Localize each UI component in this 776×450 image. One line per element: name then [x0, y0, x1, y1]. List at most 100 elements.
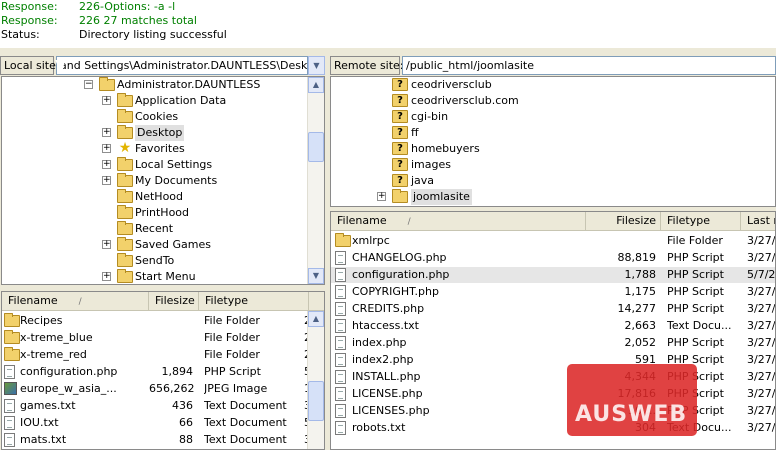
expand-icon[interactable]: +: [102, 144, 111, 153]
unknown-folder-icon: ?: [392, 94, 408, 107]
table-row[interactable]: mats.txt88Text Document3: [2, 432, 324, 448]
tree-node[interactable]: NetHood: [2, 189, 324, 205]
tree-node-label: Administrator.DAUNTLESS: [117, 78, 261, 91]
local-directory-tree: − Administrator.DAUNTLESS + Application Dat…: [1, 76, 325, 285]
document-icon: [335, 387, 346, 401]
tree-node-label: cgi-bin: [411, 110, 449, 123]
tree-node[interactable]: ? ceodriversclub.com: [331, 93, 775, 109]
folder-icon: [117, 93, 133, 107]
expand-icon[interactable]: +: [102, 160, 111, 169]
unknown-folder-icon: ?: [392, 110, 408, 123]
scroll-down-icon[interactable]: ▼: [308, 268, 324, 284]
table-row[interactable]: htaccess.txt 2,663 Text Docu... 3/27/2: [331, 318, 775, 334]
tree-node[interactable]: + Desktop: [2, 125, 324, 141]
file-name: robots.txt: [352, 421, 406, 434]
table-row[interactable]: europe_w_asia_...656,262JPEG Image1: [2, 381, 324, 397]
column-filetype[interactable]: Filetype: [661, 212, 741, 230]
local-path-dropdown-icon[interactable]: ▼: [308, 56, 325, 75]
table-row[interactable]: INSTALL.php4,344PHP Script3/27/2: [331, 369, 775, 385]
tree-node[interactable]: + joomlasite: [331, 189, 775, 205]
tree-node[interactable]: + Saved Games: [2, 237, 324, 253]
file-name: COPYRIGHT.php: [352, 285, 439, 298]
table-row[interactable]: index.php 2,052 PHP Script 3/27/2: [331, 335, 775, 351]
tree-node[interactable]: PrintHood: [2, 205, 324, 221]
tree-node[interactable]: ? java: [331, 173, 775, 189]
remote-path-input[interactable]: /public_html/joomlasite: [402, 56, 776, 75]
tree-node[interactable]: + Application Data: [2, 93, 324, 109]
table-row[interactable]: xmlrpc File Folder 3/27/2: [331, 233, 775, 249]
log-message: 226 27 matches total: [79, 14, 197, 27]
file-size: 656,262: [149, 382, 195, 395]
column-filetype[interactable]: Filetype: [199, 292, 309, 310]
folder-icon: [117, 237, 133, 251]
file-size: 436: [172, 399, 193, 412]
tree-node[interactable]: Recent: [2, 221, 324, 237]
log-label: Status:: [1, 28, 40, 41]
local-tree-scrollbar[interactable]: ▲ ▼: [307, 77, 324, 284]
tree-node[interactable]: ? homebuyers: [331, 141, 775, 157]
collapse-icon[interactable]: −: [84, 80, 93, 89]
tree-node[interactable]: + ★ Favorites: [2, 141, 324, 157]
table-row[interactable]: robots.txt304Text Docu...3/27/2: [331, 420, 775, 436]
table-row[interactable]: configuration.php1,894PHP Script5: [2, 364, 324, 380]
expand-icon[interactable]: +: [102, 272, 111, 281]
file-size: 1,175: [624, 285, 657, 298]
column-filesize[interactable]: Filesize: [149, 292, 199, 310]
tree-node[interactable]: + Start Menu: [2, 269, 324, 284]
tree-node[interactable]: + Local Settings: [2, 157, 324, 173]
document-icon: [335, 251, 346, 265]
column-filesize-label: Filesize: [155, 294, 195, 307]
tree-node-label: Desktop: [135, 125, 185, 141]
file-type: PHP Script: [204, 365, 261, 378]
scroll-thumb[interactable]: [308, 381, 324, 421]
column-filetype-label: Filetype: [205, 294, 248, 307]
table-row[interactable]: x-treme_redFile Folder2: [2, 347, 324, 363]
tree-node[interactable]: + My Documents: [2, 173, 324, 189]
tree-node[interactable]: ? images: [331, 157, 775, 173]
table-row[interactable]: CHANGELOG.php 88,819 PHP Script 3/27/2: [331, 250, 775, 266]
unknown-folder-icon: ?: [392, 78, 408, 91]
file-name: Recipes: [20, 314, 63, 327]
file-type: Text Docu...: [667, 319, 732, 332]
expand-icon[interactable]: +: [102, 176, 111, 185]
column-filename[interactable]: Filename /: [331, 212, 586, 230]
scroll-up-icon[interactable]: ▲: [308, 77, 324, 93]
local-files-scrollbar[interactable]: ▲: [307, 311, 324, 449]
local-path-input[interactable]: and Settings\Administrator.DAUNTLESS\Des…: [56, 56, 308, 75]
table-row[interactable]: x-treme_blueFile Folder2: [2, 330, 324, 346]
expand-icon[interactable]: +: [102, 96, 111, 105]
table-row[interactable]: LICENSE.php17,816PHP Script3/27/2: [331, 386, 775, 402]
tree-node[interactable]: ? ceodriversclub: [331, 77, 775, 93]
scroll-up-icon[interactable]: ▲: [308, 311, 324, 327]
document-icon: [4, 365, 15, 379]
table-row[interactable]: CREDITS.php 14,277 PHP Script 3/27/2: [331, 301, 775, 317]
file-name: europe_w_asia_...: [20, 382, 117, 395]
unknown-folder-icon: ?: [392, 126, 408, 139]
table-row[interactable]: games.txt436Text Document3: [2, 398, 324, 414]
local-file-list: Filename / Filesize Filetype Recipes File…: [1, 291, 325, 450]
tree-node[interactable]: ? ff: [331, 125, 775, 141]
expand-icon[interactable]: +: [102, 128, 111, 137]
tree-node[interactable]: SendTo: [2, 253, 324, 269]
tree-node-label: Saved Games: [135, 238, 211, 251]
document-icon: [335, 336, 346, 350]
document-icon: [335, 285, 346, 299]
table-row[interactable]: index2.php591PHP Script3/27/2: [331, 352, 775, 368]
file-name: index.php: [352, 336, 407, 349]
column-filesize[interactable]: Filesize: [586, 212, 661, 230]
folder-icon: [117, 125, 133, 139]
tree-node[interactable]: ? cgi-bin: [331, 109, 775, 125]
scroll-thumb[interactable]: [308, 132, 324, 162]
expand-icon[interactable]: +: [377, 192, 386, 201]
tree-node[interactable]: − Administrator.DAUNTLESS: [2, 77, 324, 93]
column-last-modified[interactable]: Last m: [741, 212, 775, 230]
table-row[interactable]: configuration.php 1,788 PHP Script 5/7/20: [331, 267, 775, 283]
column-filename[interactable]: Filename /: [2, 292, 149, 310]
table-row[interactable]: COPYRIGHT.php 1,175 PHP Script 3/27/2: [331, 284, 775, 300]
column-filetype-label: Filetype: [667, 214, 710, 227]
table-row[interactable]: LICENSES.php30,...PHP Script3/27/2: [331, 403, 775, 419]
tree-node[interactable]: Cookies: [2, 109, 324, 125]
table-row[interactable]: IOU.txt66Text Document5: [2, 415, 324, 431]
expand-icon[interactable]: +: [102, 240, 111, 249]
table-row[interactable]: RecipesFile Folder2: [2, 313, 324, 329]
